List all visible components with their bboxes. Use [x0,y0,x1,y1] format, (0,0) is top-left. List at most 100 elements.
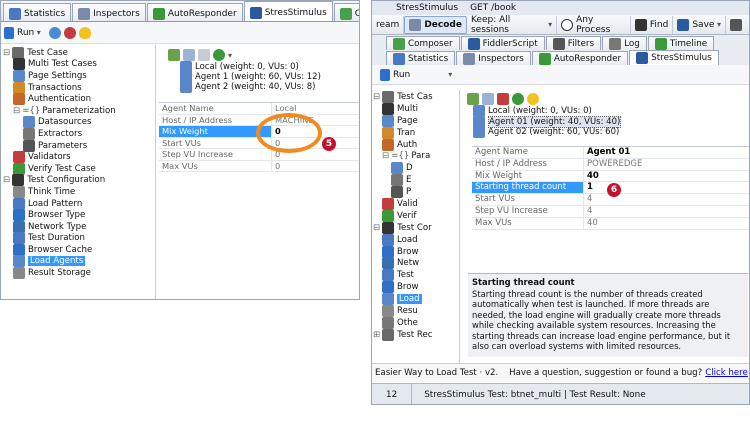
property-value[interactable]: 4 [584,206,749,217]
property-row[interactable]: Agent Name Local [159,103,359,115]
tree-item[interactable]: Authentication [3,93,155,106]
tab-inspectors[interactable]: Inspectors [72,3,146,21]
tree-item[interactable]: Network Type [3,220,155,233]
tab-statistics[interactable]: Statistics [3,3,72,21]
tree-item[interactable]: Verify Test Case [3,162,155,175]
help-bulb-icon[interactable] [78,26,91,39]
tree-item[interactable]: D [373,162,459,175]
tree-item[interactable]: ⊟ Test Cor [373,221,459,234]
collapse-icon[interactable]: ⊟ [373,92,380,102]
tree-item[interactable]: Load [373,233,459,246]
property-row[interactable]: Max VUs 40 [472,217,749,230]
collapse-icon[interactable]: ⊟ [3,175,10,185]
feedback-link[interactable]: Click here [705,368,748,378]
property-value[interactable]: 4 [584,194,749,205]
add-agent-icon[interactable] [168,49,180,61]
add-agent-icon[interactable] [467,93,479,105]
chevron-down-icon[interactable]: ▾ [228,51,232,60]
tab-fiddlerscript[interactable]: FiddlerScript [460,36,545,50]
stream-button[interactable]: ream [372,15,405,34]
tree-item[interactable]: ⊟ ={} Parameterization [3,105,155,117]
tree-item[interactable]: E [373,174,459,187]
run-button[interactable]: Run [380,68,410,81]
refresh-agents-icon[interactable] [512,93,524,105]
tree-item[interactable]: Load [373,293,459,306]
help-bulb-icon[interactable] [527,93,539,105]
remove-agent-icon[interactable] [497,93,509,105]
decode-button[interactable]: Decode [404,15,467,34]
tab-inspectors[interactable]: Inspectors [456,51,531,65]
property-row[interactable]: Step VU Increase 4 [472,205,749,218]
agent-item[interactable]: Agent 2 (weight: 40, VUs: 8) [168,81,359,93]
property-value[interactable]: POWEREDGE [584,159,749,170]
refresh-icon[interactable] [48,26,61,39]
run-button[interactable]: Run ▾ [4,26,41,39]
tree-item[interactable]: Valid [373,197,459,210]
find-button[interactable]: Find [631,15,674,34]
tree-item[interactable]: Brow [373,281,459,294]
property-row[interactable]: Mix Weight 40 [472,170,749,183]
collapse-icon[interactable]: ⊟ [373,223,380,233]
tree-item[interactable]: Load Agents [3,255,155,268]
tab-filters[interactable]: Filters [545,36,602,50]
save-button[interactable]: Save ▾ [673,15,726,34]
property-row[interactable]: Max VUs 0 [159,160,359,172]
property-value[interactable]: 40 [584,171,749,182]
tree-item[interactable]: Test Duration [3,232,155,245]
tree-item[interactable]: Result Storage [3,267,155,280]
agent-item[interactable]: Local (weight: 0, VUs: 0) [168,61,359,73]
edit-agent-icon[interactable] [183,49,195,61]
tree-item[interactable]: Extractors [3,127,155,140]
tab-composer[interactable]: Composer [386,36,460,50]
tree-item[interactable]: Othe [373,316,459,329]
tree-item[interactable]: ⊟ ={} Para [373,150,459,162]
property-value[interactable]: 0 [272,161,359,172]
tree-item[interactable]: Page [373,114,459,127]
tree-item[interactable]: Netw [373,257,459,270]
collapse-icon[interactable]: ⊟ [13,106,20,116]
tab-timeline[interactable]: Timeline [647,36,715,50]
property-row[interactable]: Host / IP Address POWEREDGE [472,158,749,171]
keep-sessions-dropdown[interactable]: Keep: All sessions ▾ [467,15,558,35]
tree-item[interactable]: Multi [373,102,459,115]
tree-item[interactable]: Think Time [3,185,155,198]
undo-icon[interactable] [63,26,76,39]
tree-item[interactable]: Browser Cache [3,243,155,256]
tree-item[interactable]: Multi Test Cases [3,58,155,71]
tree-item[interactable]: Validators [3,151,155,164]
tree-item[interactable]: Tran [373,126,459,139]
tab-autoresponder[interactable]: AutoResponder [146,3,243,21]
refresh-agents-icon[interactable] [213,49,225,61]
agent-item[interactable]: Agent 1 (weight: 60, VUs: 12) [168,71,359,83]
any-process-button[interactable]: Any Process [557,15,631,35]
property-value[interactable]: 40 [584,218,749,229]
collapse-icon[interactable]: ⊟ [3,48,10,58]
property-value[interactable]: Local [272,103,359,114]
tree-item[interactable]: Auth [373,138,459,151]
tab-composer[interactable]: Composer [333,3,359,21]
tree-item[interactable]: Test [373,269,459,282]
agent-item[interactable]: Agent 02 (weight: 60, VUs: 60) [467,126,749,139]
edit-agent-icon[interactable] [482,93,494,105]
remove-agent-icon[interactable] [198,49,210,61]
collapse-icon[interactable]: ⊟ [382,151,389,161]
tree-item[interactable]: Parameters [3,139,155,152]
tab-log[interactable]: Log [602,36,647,50]
tab-stresstimulus[interactable]: StresStimulus [629,50,719,65]
property-value[interactable]: Agent 01 [584,147,749,158]
tree-item[interactable]: ⊟ Test Case [3,46,155,59]
tree-item[interactable]: Brow [373,245,459,258]
tree-item[interactable]: P [373,186,459,199]
tree-item[interactable]: Resu [373,304,459,317]
tree-item[interactable]: Datasources [3,116,155,129]
screenshot-button[interactable] [726,16,749,34]
tab-statistics[interactable]: Statistics [386,51,456,65]
tree-item[interactable]: Verif [373,209,459,222]
tree-item[interactable]: ⊟ Test Cas [373,90,459,103]
property-row[interactable]: Agent Name Agent 01 [472,147,749,159]
tree-item[interactable]: ⊞ Test Rec [373,328,459,341]
tree-item[interactable]: Load Pattern [3,197,155,210]
tree-item[interactable]: ⊟ Test Configuration [3,174,155,187]
tab-stresstimulus[interactable]: StresStimulus [243,1,333,21]
tree-item[interactable]: Browser Type [3,209,155,222]
